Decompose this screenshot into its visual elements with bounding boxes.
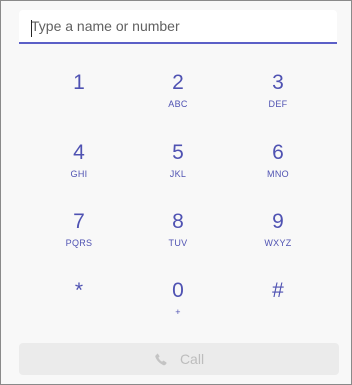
key-0[interactable]: 0 + (138, 271, 218, 325)
text-caret (31, 20, 32, 37)
call-button[interactable]: Call (19, 343, 339, 375)
key-hash[interactable]: # (238, 271, 318, 325)
key-digit: 3 (272, 71, 284, 94)
key-letters: WXYZ (264, 238, 292, 248)
key-digit: # (272, 279, 284, 302)
key-digit: 2 (172, 71, 184, 94)
key-letters: ABC (168, 99, 188, 109)
key-digit: 1 (73, 71, 85, 94)
key-letters: JKL (169, 169, 187, 179)
key-digit: 5 (172, 141, 184, 164)
key-digit: 9 (272, 210, 284, 233)
key-letters: MNO (267, 169, 289, 179)
key-4[interactable]: 4 GHI (39, 133, 119, 187)
key-letters: PQRS (65, 238, 93, 248)
key-letters: TUV (168, 238, 188, 248)
key-digit: * (74, 279, 84, 302)
key-digit: 6 (272, 141, 284, 164)
search-input[interactable] (19, 10, 337, 44)
key-digit: 8 (172, 210, 184, 233)
key-digit: 0 (172, 279, 184, 302)
key-6[interactable]: 6 MNO (238, 133, 318, 187)
key-1[interactable]: 1 (39, 63, 119, 117)
key-letters: DEF (268, 99, 288, 109)
key-digit: 4 (73, 141, 85, 164)
key-letters: GHI (70, 169, 88, 179)
key-8[interactable]: 8 TUV (138, 202, 218, 256)
key-3[interactable]: 3 DEF (238, 63, 318, 117)
key-digit: 7 (73, 210, 85, 233)
key-5[interactable]: 5 JKL (138, 133, 218, 187)
key-2[interactable]: 2 ABC (138, 63, 218, 117)
key-letters: + (175, 307, 181, 317)
key-7[interactable]: 7 PQRS (39, 202, 119, 256)
call-label: Call (179, 351, 205, 367)
phone-icon (155, 353, 167, 365)
key-9[interactable]: 9 WXYZ (238, 202, 318, 256)
key-star[interactable]: * (39, 271, 119, 325)
dial-pad-panel: 1 2 ABC 3 DEF 4 GHI 5 JKL 6 MNO 7 PQRS 8… (0, 0, 352, 385)
